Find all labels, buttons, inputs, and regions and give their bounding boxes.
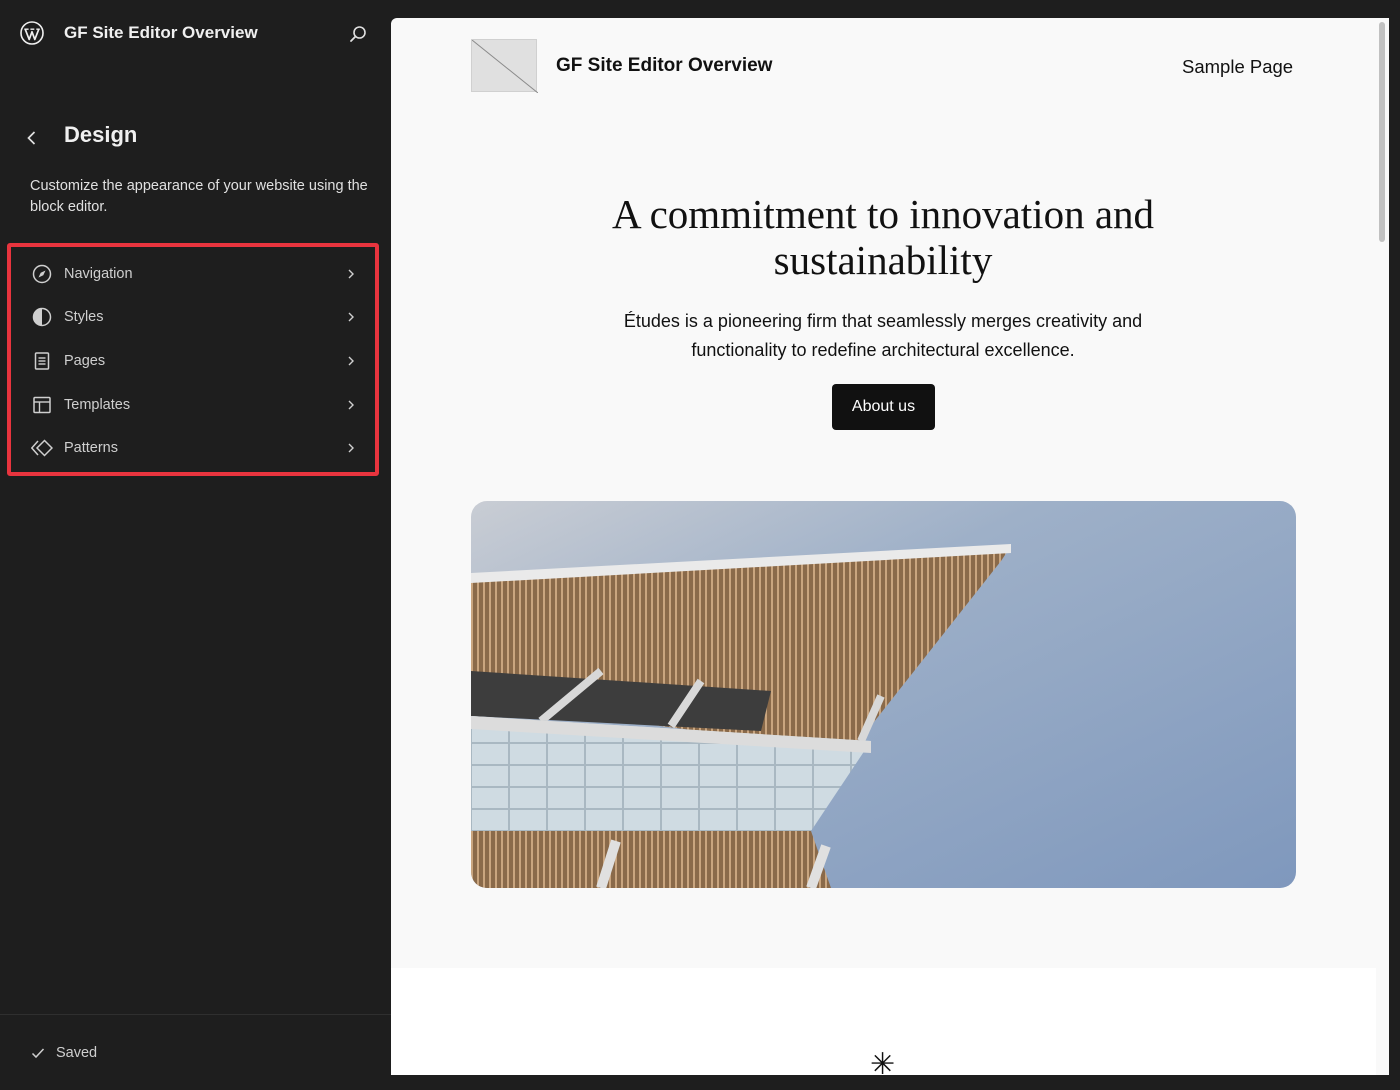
wordpress-logo-icon[interactable] <box>20 21 44 45</box>
save-status: Saved <box>56 1045 98 1061</box>
menu-item-pages[interactable]: Pages <box>20 339 364 383</box>
building-photo <box>471 501 1296 888</box>
chevron-right-icon <box>348 400 354 410</box>
menu-item-styles[interactable]: Styles <box>20 296 364 340</box>
nav-link-sample-page[interactable]: Sample Page <box>1182 56 1293 78</box>
sidebar-header: GF Site Editor Overview <box>0 0 391 66</box>
separator-asterisk: ✳ <box>870 1048 896 1075</box>
menu-item-label: Navigation <box>64 265 133 282</box>
sidebar: GF Site Editor Overview Design Customize… <box>0 0 391 1090</box>
chevron-right-icon <box>348 443 354 453</box>
hero-heading[interactable]: A commitment to innovation and sustainab… <box>571 191 1195 283</box>
design-menu: Navigation Styles Pages Templates Patter… <box>20 252 364 470</box>
site-preview-canvas[interactable]: GF Site Editor Overview Sample Page A co… <box>391 18 1389 1075</box>
section-description: Customize the appearance of your website… <box>30 178 368 215</box>
hero-paragraph[interactable]: Études is a pioneering firm that seamles… <box>581 307 1185 364</box>
about-us-button[interactable]: About us <box>832 384 935 430</box>
canvas-scrollbar-thumb[interactable] <box>1379 22 1385 242</box>
placeholder-diagonal-icon <box>471 39 539 94</box>
hero-building-image[interactable] <box>471 501 1296 888</box>
menu-item-label: Styles <box>64 309 104 326</box>
chevron-right-icon <box>348 356 354 366</box>
templates-icon <box>33 396 51 413</box>
menu-item-label: Patterns <box>64 440 118 457</box>
menu-item-patterns[interactable]: Patterns <box>20 426 364 470</box>
menu-item-label: Templates <box>64 396 131 413</box>
site-logo-placeholder[interactable] <box>471 39 539 94</box>
chevron-right-icon <box>348 312 354 322</box>
section-title: Design <box>64 122 138 147</box>
styles-icon <box>32 308 52 327</box>
menu-item-label: Pages <box>64 352 106 369</box>
navigation-icon <box>32 264 52 284</box>
menu-item-templates[interactable]: Templates <box>20 383 364 427</box>
chevron-right-icon <box>348 269 354 279</box>
pages-icon <box>34 352 50 370</box>
search-icon[interactable] <box>346 22 370 46</box>
back-arrow-icon[interactable] <box>20 126 44 150</box>
preview-site-title[interactable]: GF Site Editor Overview <box>556 55 772 77</box>
menu-item-navigation[interactable]: Navigation <box>20 252 364 296</box>
checkmark-icon <box>31 1048 45 1059</box>
patterns-icon <box>31 439 53 457</box>
site-title[interactable]: GF Site Editor Overview <box>64 23 258 43</box>
